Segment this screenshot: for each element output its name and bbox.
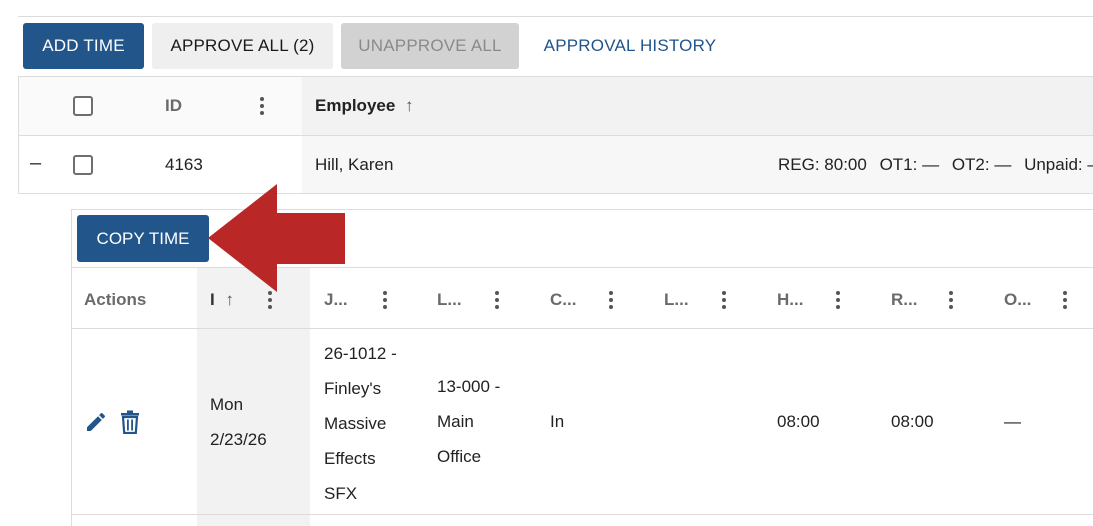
job-column-menu-icon[interactable] <box>383 291 387 309</box>
employee-column-header[interactable]: Employee ↑ <box>315 96 414 116</box>
l2-column-header[interactable]: L... <box>664 290 689 310</box>
unapprove-all-button: UNAPPROVE ALL <box>341 23 519 69</box>
reg-total: REG: 80:00 <box>778 155 867 174</box>
reg-column-header[interactable]: R... <box>891 290 917 310</box>
divider <box>18 193 1093 194</box>
add-time-button[interactable]: ADD TIME <box>23 23 144 69</box>
employee-header-bg <box>302 76 1093 135</box>
divider <box>72 514 1093 515</box>
divider <box>18 76 19 194</box>
toolbar-top-border <box>18 16 1093 17</box>
clock-column-header[interactable]: C... <box>550 290 576 310</box>
date-column-menu-icon[interactable] <box>268 291 272 309</box>
arrow-up-icon: ↑ <box>225 290 234 309</box>
location-line: Office <box>437 447 482 466</box>
select-all-checkbox[interactable] <box>73 96 93 116</box>
detail-left-border <box>71 209 72 526</box>
date-header-label: I <box>210 290 215 309</box>
l2-column-menu-icon[interactable] <box>722 291 726 309</box>
employee-id: 4163 <box>165 155 203 174</box>
hours-column-menu-icon[interactable] <box>836 291 840 309</box>
hours-column-header[interactable]: H... <box>777 290 803 310</box>
location-column-menu-icon[interactable] <box>495 291 499 309</box>
employee-name[interactable]: Hill, Karen <box>315 147 393 182</box>
location-line: Main <box>437 412 474 431</box>
reg-column-menu-icon[interactable] <box>949 291 953 309</box>
job-column-header[interactable]: J... <box>324 290 348 310</box>
edit-icon[interactable] <box>84 410 108 439</box>
entry-date-value: 2/23/26 <box>210 430 267 449</box>
employee-header-label: Employee <box>315 96 396 115</box>
clock-column-menu-icon[interactable] <box>609 291 613 309</box>
ot1-total: OT1: — <box>879 155 940 174</box>
entry-date: Mon 2/23/26 <box>210 387 267 457</box>
actions-column-header: Actions <box>84 290 147 309</box>
id-column-menu-icon[interactable] <box>260 97 264 115</box>
employee-totals: REG: 80:00 OT1: — OT2: — Unpaid: — <box>778 147 1093 182</box>
location-line: 13-000 - <box>437 377 501 396</box>
collapse-row-icon[interactable]: – <box>30 152 41 175</box>
trash-icon[interactable] <box>119 410 141 439</box>
location-column-header[interactable]: L... <box>437 290 462 310</box>
date-column-header[interactable]: I ↑ <box>210 290 234 310</box>
entry-day: Mon <box>210 395 244 414</box>
entry-location: 13-000 - Main Office <box>437 369 500 474</box>
entry-ot: — <box>1004 412 1021 431</box>
ot-column-menu-icon[interactable] <box>1063 291 1067 309</box>
ot-column-header[interactable]: O... <box>1004 290 1031 310</box>
entry-hours: 08:00 <box>777 412 820 431</box>
entry-job: 26-1012 - Finley's Massive Effects SFX <box>324 336 397 511</box>
copy-time-button[interactable]: COPY TIME <box>77 215 209 262</box>
entry-clock: In <box>550 412 565 431</box>
row-checkbox[interactable] <box>73 155 93 175</box>
id-column-header[interactable]: ID <box>165 96 182 116</box>
divider <box>72 328 1093 329</box>
ot2-total: OT2: — <box>951 155 1012 174</box>
unpaid-total: Unpaid: — <box>1024 155 1093 174</box>
divider <box>18 76 1093 77</box>
approve-all-button[interactable]: APPROVE ALL (2) <box>152 23 333 69</box>
job-line: 26-1012 - <box>324 344 397 363</box>
job-line: Finley's <box>324 379 382 398</box>
entry-reg: 08:00 <box>891 412 934 431</box>
arrow-up-icon: ↑ <box>405 96 414 115</box>
job-line: Effects <box>324 449 376 468</box>
approval-history-link[interactable]: APPROVAL HISTORY <box>530 23 730 69</box>
annotation-arrow-icon <box>208 184 345 292</box>
job-line: SFX <box>324 484 358 503</box>
job-line: Massive <box>324 414 387 433</box>
